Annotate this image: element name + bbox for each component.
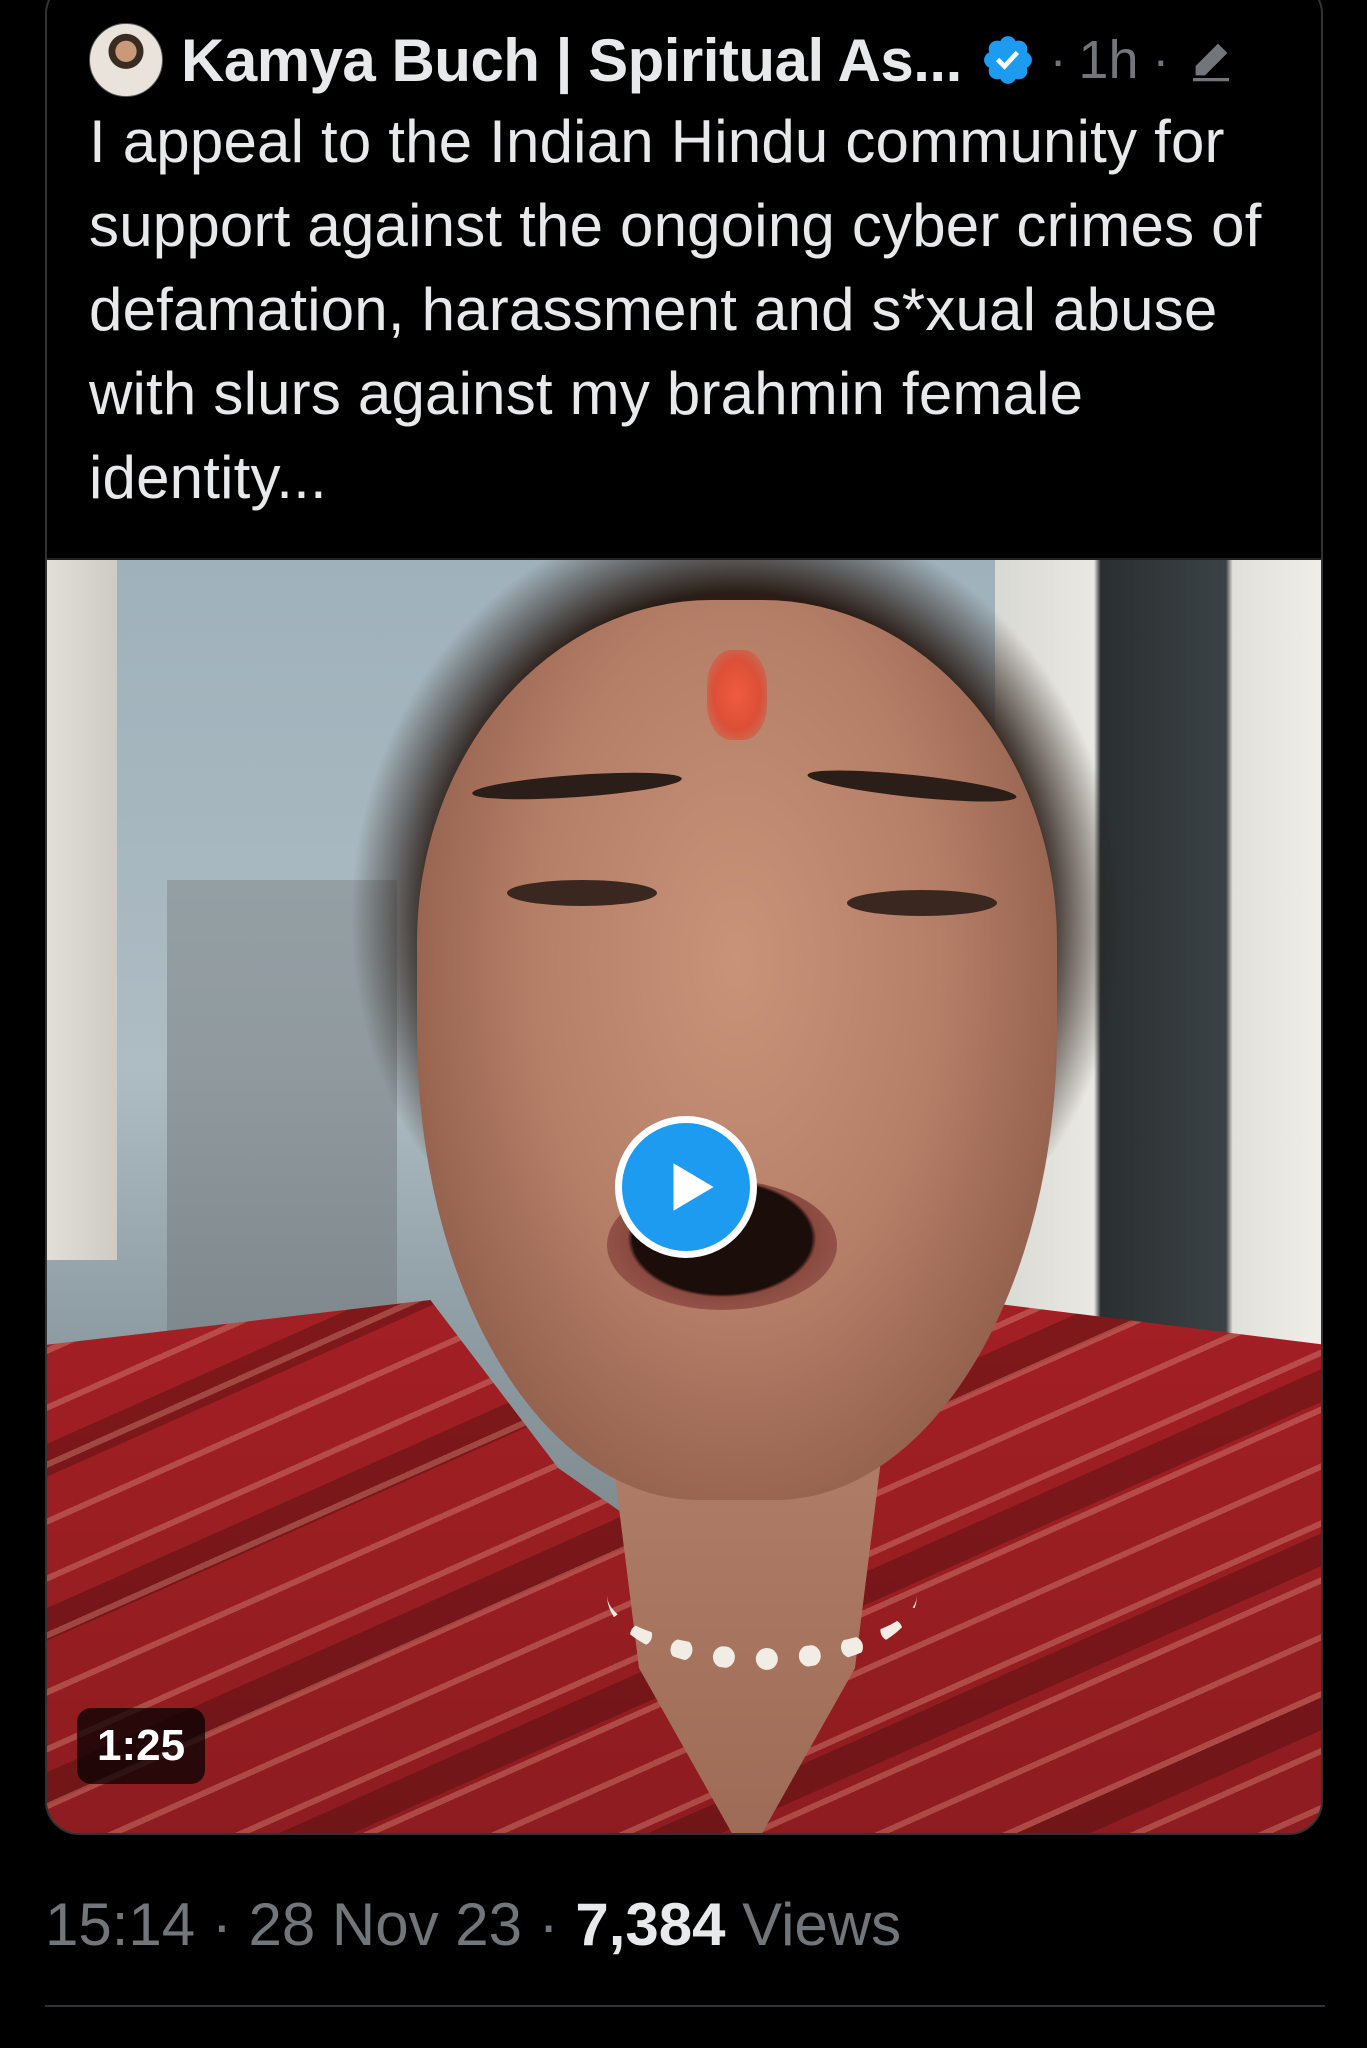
thumbnail-left-eye	[507, 880, 657, 906]
divider	[45, 2005, 1325, 2007]
thumbnail-necklace	[607, 1520, 917, 1670]
video-duration-badge: 1:25	[77, 1708, 206, 1784]
header-separator: ·	[1049, 32, 1067, 88]
quoted-tweet-text: I appeal to the Indian Hindu community f…	[89, 108, 1262, 511]
views-label[interactable]: Views	[742, 1891, 901, 1958]
meta-separator: ·	[211, 1891, 232, 1958]
quoted-tweet-card[interactable]: Kamya Buch | Spiritual As... · 1h · I ap…	[45, 0, 1323, 1835]
thumbnail-right-eye	[847, 890, 997, 916]
thumbnail-wall-left	[47, 560, 117, 1260]
tweet-detail-view: Kamya Buch | Spiritual As... · 1h · I ap…	[0, 0, 1367, 2048]
time-ago[interactable]: 1h	[1078, 29, 1138, 91]
author-display-name[interactable]: Kamya Buch | Spiritual As...	[181, 26, 962, 95]
views-count[interactable]: 7,384	[575, 1891, 725, 1958]
thumbnail-bindi	[707, 650, 767, 740]
meta-separator-2: ·	[538, 1891, 559, 1958]
play-button[interactable]	[615, 1116, 757, 1258]
tweet-date[interactable]: 28 Nov 23	[248, 1891, 522, 1958]
play-icon	[673, 1163, 714, 1211]
quoted-tweet-header: Kamya Buch | Spiritual As... · 1h ·	[89, 20, 1289, 100]
verified-badge-icon	[983, 36, 1032, 84]
tweet-meta-line: 15:14 · 28 Nov 23 · 7,384 Views	[45, 1890, 1325, 1959]
tweet-time[interactable]: 15:14	[45, 1891, 195, 1958]
edit-pencil-icon[interactable]	[1187, 36, 1235, 84]
video-player[interactable]: 1:25	[47, 558, 1321, 1833]
header-separator-2: ·	[1152, 32, 1170, 88]
author-avatar[interactable]	[89, 23, 163, 97]
